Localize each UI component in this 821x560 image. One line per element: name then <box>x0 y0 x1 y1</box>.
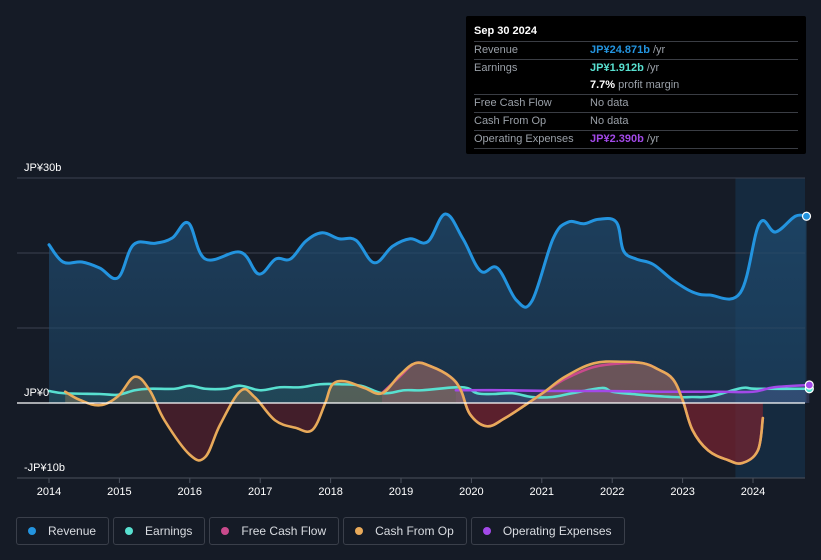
x-tick-label: 2017 <box>248 486 272 498</box>
x-axis: 2014 2015 2016 2017 2018 2019 2020 2021 2022 2023… <box>37 478 765 498</box>
tooltip-row: Free Cash Flow No data <box>474 94 798 112</box>
tooltip-row: Earnings JP¥1.912b /yr <box>474 59 798 77</box>
tooltip-row: Cash From Op No data <box>474 112 798 130</box>
tooltip-row-value: JP¥24.871b /yr <box>590 44 666 56</box>
tooltip-row-label: Earnings <box>474 62 518 74</box>
tooltip-row-value: JP¥1.912b /yr <box>590 62 660 74</box>
x-tick-label: 2023 <box>670 486 694 498</box>
operating-expenses-end-dot <box>804 380 814 390</box>
tooltip-date: Sep 30 2024 <box>474 25 537 37</box>
tooltip-row-label: Cash From Op <box>474 115 547 127</box>
tooltip-row-label <box>474 77 590 94</box>
legend-label: Free Cash Flow <box>241 524 327 538</box>
series-areas <box>49 213 810 464</box>
tooltip: Sep 30 2024 Revenue JP¥24.871b /yr Earning… <box>466 16 806 154</box>
legend-item-cash-from-op[interactable]: Cash From Op <box>343 517 467 545</box>
tooltip-row-label: Free Cash Flow <box>474 97 552 109</box>
x-tick-label: 2021 <box>530 486 554 498</box>
legend-dot-icon <box>28 527 36 535</box>
tooltip-row: Revenue JP¥24.871b /yr <box>474 41 798 59</box>
tooltip-row-value: No data <box>590 115 629 127</box>
legend-item-free-cash-flow[interactable]: Free Cash Flow <box>209 517 340 545</box>
tooltip-row-value: No data <box>590 97 629 109</box>
tooltip-row-label: Operating Expenses <box>474 133 574 145</box>
legend-label: Cash From Op <box>375 524 454 538</box>
x-tick-label: 2024 <box>741 486 765 498</box>
revenue-end-dot <box>801 211 812 221</box>
tooltip-row: Operating Expenses JP¥2.390b /yr <box>474 130 798 148</box>
legend-label: Operating Expenses <box>502 524 612 538</box>
y-tick-label: JP¥0 <box>24 387 49 399</box>
tooltip-row-value: 7.7% profit margin <box>590 79 680 91</box>
x-tick-label: 2018 <box>318 486 342 498</box>
legend-label: Revenue <box>48 524 97 538</box>
x-tick-label: 2020 <box>459 486 483 498</box>
legend-item-earnings[interactable]: Earnings <box>113 517 206 545</box>
x-tick-label: 2014 <box>37 486 61 498</box>
legend-dot-icon <box>221 527 230 535</box>
legend-item-revenue[interactable]: Revenue <box>16 517 110 545</box>
legend-dot-icon <box>355 527 364 535</box>
legend: Revenue Earnings Free Cash Flow Cash From O… <box>16 517 625 545</box>
legend-dot-icon <box>125 527 134 535</box>
tooltip-row: 7.7% profit margin <box>474 77 798 94</box>
tooltip-row-label: Revenue <box>474 44 519 56</box>
y-tick-label: JP¥30b <box>24 162 61 174</box>
x-tick-label: 2015 <box>107 486 131 498</box>
legend-label: Earnings <box>145 524 193 538</box>
legend-dot-icon <box>482 527 491 535</box>
y-tick-label: -JP¥10b <box>24 462 65 474</box>
x-tick-label: 2022 <box>600 486 624 498</box>
x-tick-label: 2016 <box>178 486 202 498</box>
legend-item-operating-expenses[interactable]: Operating Expenses <box>470 517 625 545</box>
tooltip-row-value: JP¥2.390b /yr <box>590 133 660 145</box>
x-tick-label: 2019 <box>389 486 413 498</box>
